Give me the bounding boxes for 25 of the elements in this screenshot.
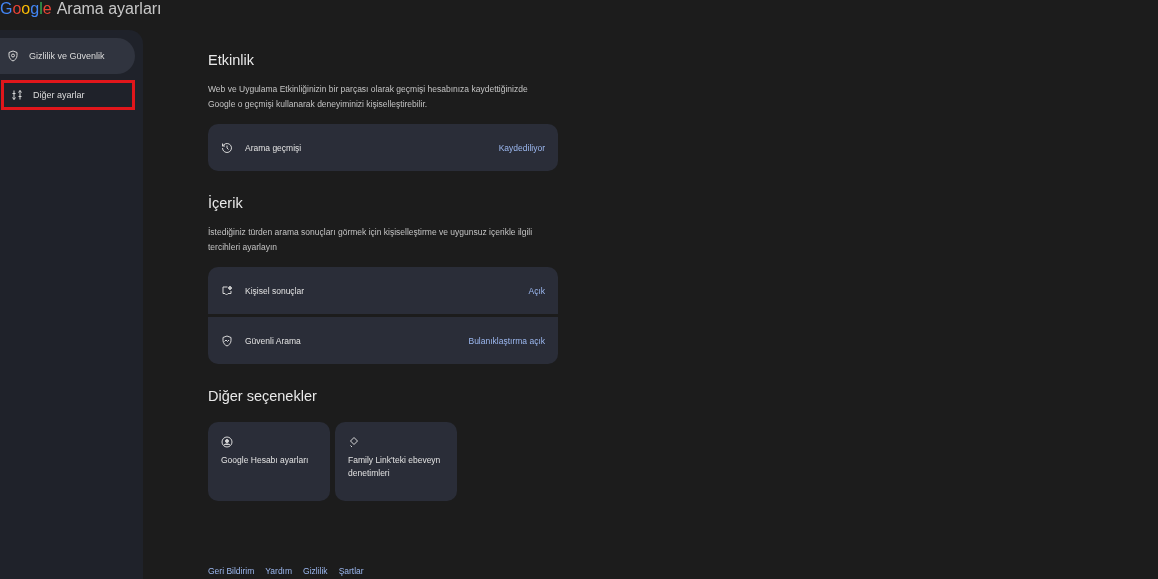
footer-link[interactable]: Gizlilik <box>303 566 328 576</box>
google-logo: Google <box>0 0 52 18</box>
page-title: Arama ayarları <box>56 0 162 18</box>
history-icon <box>221 141 233 154</box>
setting-row[interactable]: Güvenli Arama Bulanıklaştırma açık <box>208 317 558 364</box>
footer-link[interactable]: Geri Bildirim <box>208 566 255 576</box>
sidebar-item[interactable]: Diğer ayarlar <box>1 80 135 110</box>
option-card[interactable]: Family Link'teki ebeveyn denetimleri <box>335 422 457 501</box>
option-card[interactable]: Google Hesabı ayarları <box>208 422 330 501</box>
sparkle-chat-icon <box>221 284 233 297</box>
setting-row[interactable]: Arama geçmişi Kaydediliyor <box>208 124 558 171</box>
section-description: Web ve Uygulama Etkinliğinizin bir parçası olarak geçmişi hesabınıza kaydettiğinizde Google o geçmişi kullanarak deneyiminizi kişiselleştirebilir. <box>208 83 529 111</box>
section-heading: Diğer seçenekler <box>208 388 318 404</box>
footer-link[interactable]: Yardım <box>265 566 293 576</box>
section-description: İstediğiniz türden arama sonuçları görmek için kişiselleştirme ve uygunsuz içerikle ilgili tercihleri ayarlayın <box>208 226 534 254</box>
setting-row[interactable]: Kişisel sonuçlar Açık <box>208 267 558 314</box>
diamond-icon <box>348 436 360 448</box>
sliders-icon <box>11 89 23 101</box>
footer-link[interactable]: Şartlar <box>338 566 364 576</box>
shield-icon <box>7 50 19 62</box>
section-heading: Etkinlik <box>208 52 255 68</box>
account-icon <box>221 436 233 448</box>
shield-icon <box>221 334 233 347</box>
section-heading: İçerik <box>208 195 244 211</box>
sidebar-item[interactable]: Gizlilik ve Güvenlik <box>0 38 135 74</box>
